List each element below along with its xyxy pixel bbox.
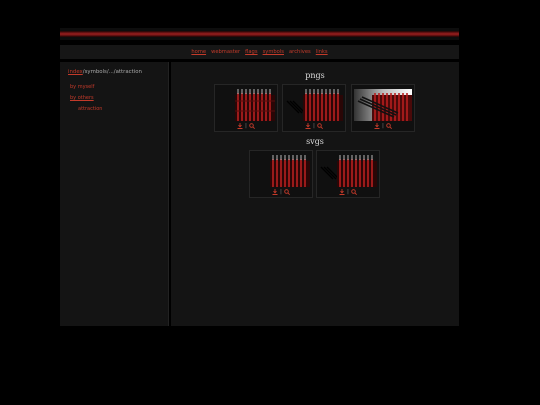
banner-stripe — [60, 31, 459, 37]
download-icon[interactable] — [272, 189, 278, 195]
download-icon[interactable] — [374, 123, 380, 129]
png-thumbnail-2[interactable] — [285, 89, 343, 121]
magnifier-icon[interactable] — [317, 123, 323, 129]
action-separator: | — [280, 189, 282, 195]
nav-webmaster[interactable]: webmaster — [211, 49, 240, 55]
magnifier-icon[interactable] — [386, 123, 392, 129]
sidebar-link-attraction[interactable]: attraction — [78, 106, 102, 112]
action-separator: | — [313, 123, 315, 129]
magnifier-icon[interactable] — [284, 189, 290, 195]
svg-card-1-actions: | — [250, 189, 312, 195]
top-nav: home webmaster flags symbols archives li… — [60, 45, 459, 59]
site-banner — [60, 28, 459, 40]
nav-archives[interactable]: archives — [289, 49, 311, 55]
nav-symbols[interactable]: symbols — [263, 49, 284, 55]
section-title-svgs: svgs — [306, 137, 324, 146]
download-icon[interactable] — [237, 123, 243, 129]
breadcrumb: index/symbols/.../attraction — [68, 69, 142, 75]
main-content: pngs | | | svgs | | — [171, 62, 459, 326]
download-icon[interactable] — [339, 189, 345, 195]
magnifier-icon[interactable] — [351, 189, 357, 195]
sidebar-link-by-others[interactable]: by others — [70, 95, 94, 101]
nav-flags[interactable]: flags — [245, 49, 257, 55]
png-card-1-actions: | — [215, 123, 277, 129]
magnifier-icon[interactable] — [249, 123, 255, 129]
svg-card-2-actions: | — [317, 189, 379, 195]
png-thumbnail-1[interactable] — [235, 89, 275, 121]
action-separator: | — [382, 123, 384, 129]
download-icon[interactable] — [305, 123, 311, 129]
png-card-3-actions: | — [352, 123, 414, 129]
sidebar: index/symbols/.../attraction by myself b… — [60, 62, 169, 326]
nav-home[interactable]: home — [191, 49, 206, 55]
sidebar-link-by-myself[interactable]: by myself — [70, 84, 94, 90]
section-title-pngs: pngs — [305, 71, 325, 80]
png-card-1: | — [214, 84, 278, 132]
breadcrumb-index-link[interactable]: index — [68, 69, 83, 75]
png-card-2-actions: | — [283, 123, 345, 129]
png-card-3: | — [351, 84, 415, 132]
nav-links[interactable]: links — [316, 49, 328, 55]
png-thumbnail-3[interactable] — [354, 89, 412, 121]
png-card-2: | — [282, 84, 346, 132]
action-separator: | — [245, 123, 247, 129]
breadcrumb-path: /symbols/.../attraction — [82, 69, 142, 75]
action-separator: | — [347, 189, 349, 195]
